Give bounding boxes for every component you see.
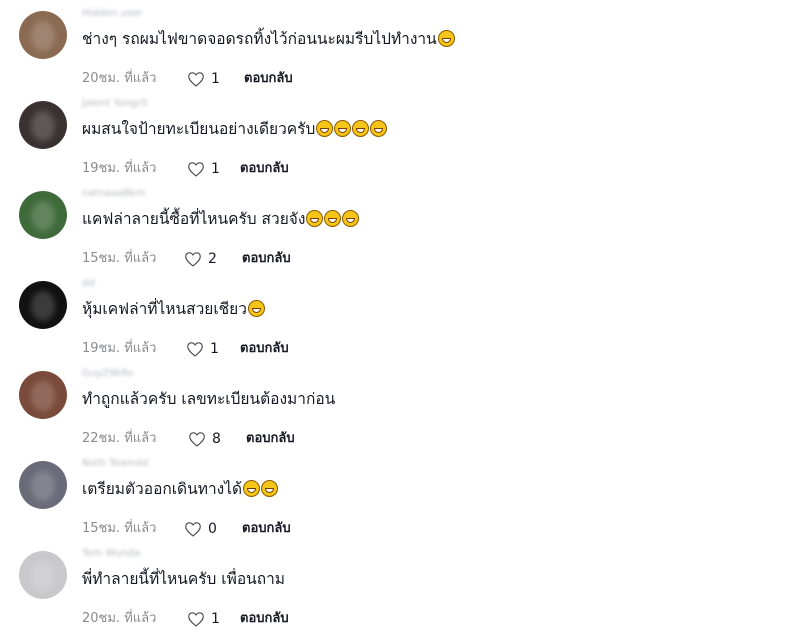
joy-emoji-icon [324, 210, 342, 227]
comment-text-content: พี่ทำลายนี้ที่ไหนครับ เพื่อนถาม [82, 570, 286, 588]
comment-username[interactable]: Noth Teamdd [82, 458, 148, 470]
comment-timestamp: 19ชม. ที่แล้ว [82, 341, 157, 356]
heart-icon [188, 162, 204, 177]
comment-text: พี่ทำลายนี้ที่ไหนครับ เพื่อนถาม [82, 568, 285, 590]
comment-username[interactable]: Jalent Yongrit [82, 98, 148, 110]
grin-emoji-icon [370, 120, 388, 137]
comment-timestamp: 20ชม. ที่แล้ว [82, 611, 157, 626]
comment-item: Noth Teamdd เตรียมตัวออกเดินทางได้ 15ชม. ท… [0, 458, 800, 548]
like-count: 1 [210, 341, 219, 357]
grin-emoji-icon [352, 120, 370, 137]
sweat-emoji-icon [261, 480, 279, 497]
comment-text-content: แคฟล่าลายนี้ซื้อที่ไหนครับ สวยจัง [82, 210, 306, 228]
comment-text-content: เตรียมตัวออกเดินทางได้ [82, 480, 243, 498]
comment-timestamp: 22ชม. ที่แล้ว [82, 431, 157, 446]
comment-timestamp: 15ชม. ที่แล้ว [82, 251, 157, 266]
grin-emoji-icon [334, 120, 352, 137]
comment-username[interactable]: dd [82, 278, 95, 290]
comment-text: ทำถูกแล้วครับ เลขทะเบียนต้องมาก่อน [82, 388, 335, 410]
comment-item: Jalent Yongrit ผมสนใจป้ายทะเบียนอย่างเดีย… [0, 98, 800, 188]
comment-text-content: หุ้มเคฟล่าที่ไหนสวยเชียว [82, 300, 247, 318]
comment-meta: 19ชม. ที่แล้ว 1 ตอบกลับ [82, 159, 289, 179]
avatar[interactable] [19, 371, 67, 419]
comment-item: GuyZ9kRo ทำถูกแล้วครับ เลขทะเบียนต้องมาก่… [0, 368, 800, 458]
like-count: 0 [208, 521, 217, 537]
comment-item: natnaaaBkm แคฟล่าลายนี้ซื้อที่ไหนครับ สวย… [0, 188, 800, 278]
sweat-emoji-icon [243, 480, 261, 497]
comment-text: แคฟล่าลายนี้ซื้อที่ไหนครับ สวยจัง [82, 208, 360, 230]
comment-meta: 20ชม. ที่แล้ว 1 ตอบกลับ [82, 69, 293, 89]
heart-icon [185, 522, 201, 537]
comment-text-content: ทำถูกแล้วครับ เลขทะเบียนต้องมาก่อน [82, 390, 336, 408]
avatar[interactable] [19, 461, 67, 509]
reply-button[interactable]: ตอบกลับ [242, 249, 291, 269]
reply-button[interactable]: ตอบกลับ [244, 69, 293, 89]
comment-text: หุ้มเคฟล่าที่ไหนสวยเชียว [82, 298, 265, 320]
comment-text: เตรียมตัวออกเดินทางได้ [82, 478, 279, 500]
comment-timestamp: 19ชม. ที่แล้ว [82, 161, 157, 176]
comment-text-content: ผมสนใจป้ายทะเบียนอย่างเดียวครับ [82, 120, 316, 138]
comment-timestamp: 15ชม. ที่แล้ว [82, 521, 157, 536]
comment-username[interactable]: Hidden user [82, 8, 142, 20]
like-count: 1 [211, 611, 220, 627]
like-count: 8 [212, 431, 221, 447]
laugh-emoji-icon [437, 30, 455, 47]
comment-meta: 19ชม. ที่แล้ว 1 ตอบกลับ [82, 339, 289, 359]
reply-button[interactable]: ตอบกลับ [240, 339, 289, 359]
heart-icon [188, 612, 204, 627]
avatar[interactable] [19, 551, 67, 599]
comment-item: Hidden user ช่างๆ รถผมไฟขาดจอดรถทิ้งไว้ก่… [0, 8, 800, 98]
grin-emoji-icon [316, 120, 334, 137]
comment-timestamp: 20ชม. ที่แล้ว [82, 71, 157, 86]
reply-button[interactable]: ตอบกลับ [240, 609, 289, 629]
comment-text: ช่างๆ รถผมไฟขาดจอดรถทิ้งไว้ก่อนนะผมรีบไป… [82, 28, 455, 50]
avatar[interactable] [19, 281, 67, 329]
comment-meta: 15ชม. ที่แล้ว 2 ตอบกลับ [82, 249, 291, 269]
reply-button[interactable]: ตอบกลับ [240, 159, 289, 179]
reply-button[interactable]: ตอบกลับ [242, 519, 291, 539]
comment-username[interactable]: GuyZ9kRo [82, 368, 134, 380]
like-count: 2 [208, 251, 217, 267]
avatar[interactable] [19, 11, 67, 59]
comment-text: ผมสนใจป้ายทะเบียนอย่างเดียวครับ [82, 118, 388, 140]
joy-emoji-icon [306, 210, 324, 227]
comment-item: Tom Wunda พี่ทำลายนี้ที่ไหนครับ เพื่อนถาม… [0, 548, 800, 638]
heart-icon [189, 432, 205, 447]
comment-username[interactable]: Tom Wunda [82, 548, 140, 560]
like-count: 1 [211, 161, 220, 177]
reply-button[interactable]: ตอบกลับ [246, 429, 295, 449]
comment-meta: 22ชม. ที่แล้ว 8 ตอบกลับ [82, 429, 295, 449]
comment-item: dd หุ้มเคฟล่าที่ไหนสวยเชียว 19ชม. ที่แล้ว 1… [0, 278, 800, 368]
joy-emoji-icon [342, 210, 360, 227]
comment-meta: 20ชม. ที่แล้ว 1 ตอบกลับ [82, 609, 289, 629]
comment-text-content: ช่างๆ รถผมไฟขาดจอดรถทิ้งไว้ก่อนนะผมรีบไป… [82, 30, 437, 48]
heart-icon [185, 252, 201, 267]
like-count: 1 [211, 71, 220, 87]
comment-meta: 15ชม. ที่แล้ว 0 ตอบกลับ [82, 519, 291, 539]
comment-username[interactable]: natnaaaBkm [82, 188, 146, 200]
heart-icon [187, 342, 203, 357]
avatar[interactable] [19, 191, 67, 239]
avatar[interactable] [19, 101, 67, 149]
joy-emoji-icon [247, 300, 265, 317]
heart-icon [188, 72, 204, 87]
